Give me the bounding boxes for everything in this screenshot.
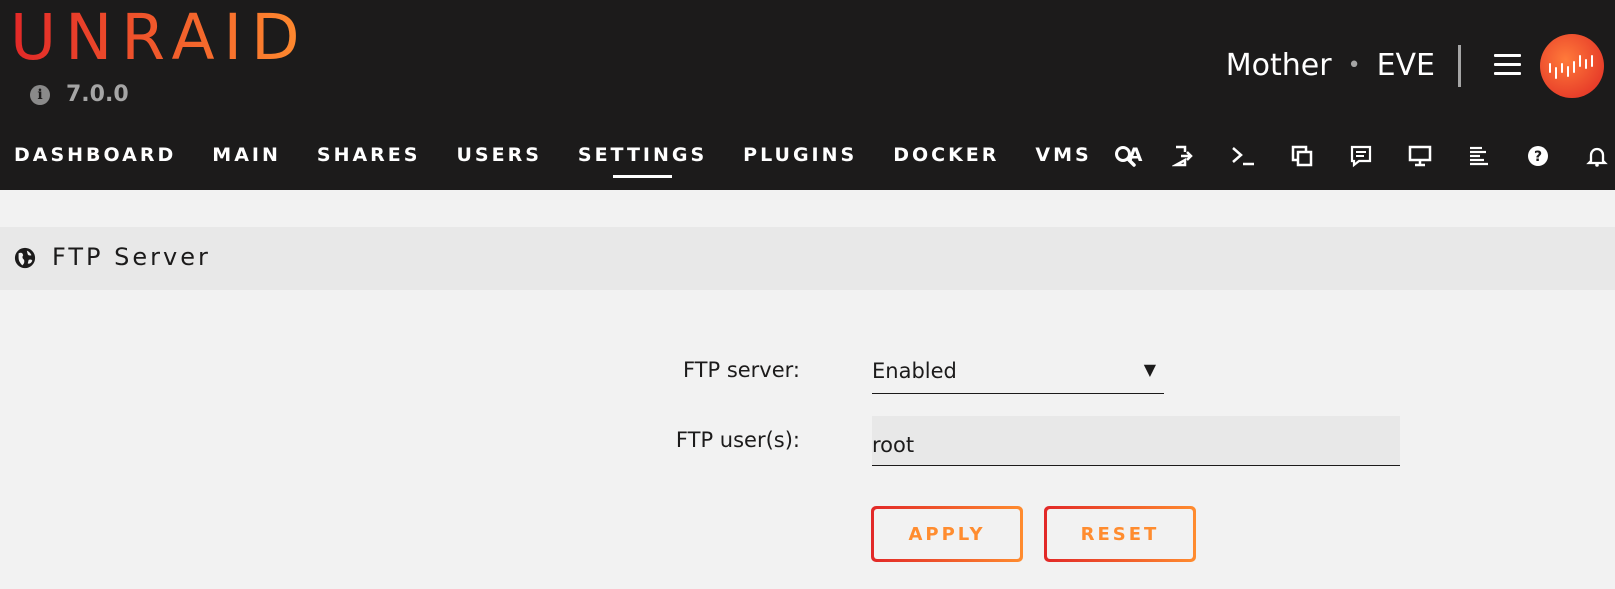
monitor-icon[interactable]	[1405, 141, 1435, 171]
nav-settings[interactable]: SETTINGS	[578, 144, 707, 178]
bell-icon[interactable]	[1582, 141, 1612, 171]
header: UNRAID i 7.0.0 Mother • EVE DASHBOARD MA…	[0, 0, 1615, 190]
section-header: FTP Server	[0, 227, 1615, 290]
apply-button-label: APPLY	[874, 509, 1020, 559]
nav-shares[interactable]: SHARES	[317, 144, 421, 166]
unraid-mark-icon	[1549, 55, 1593, 79]
nav-plugins[interactable]: PLUGINS	[743, 144, 857, 166]
globe-icon	[14, 247, 36, 269]
ftp-users-label: FTP user(s):	[675, 428, 800, 452]
search-icon[interactable]	[1110, 141, 1140, 171]
version-info[interactable]: i 7.0.0	[30, 82, 129, 107]
help-icon[interactable]: ?	[1523, 141, 1553, 171]
terminal-icon[interactable]	[1228, 141, 1258, 171]
caret-down-icon: ▼	[1143, 360, 1156, 379]
nav-dashboard[interactable]: DASHBOARD	[14, 144, 176, 166]
nav-docker[interactable]: DOCKER	[893, 144, 999, 166]
ftp-server-select[interactable]: Enabled ▼	[872, 354, 1164, 394]
ftp-server-label: FTP server:	[682, 358, 800, 382]
ftp-server-selected-value: Enabled	[872, 359, 957, 383]
hamburger-menu-icon[interactable]	[1494, 54, 1521, 76]
server-description: EVE	[1376, 48, 1435, 83]
nav-vms[interactable]: VMS	[1035, 144, 1091, 166]
version-text: 7.0.0	[66, 82, 129, 107]
nav-main[interactable]: MAIN	[212, 144, 281, 166]
avatar[interactable]	[1540, 34, 1604, 98]
server-identity: Mother • EVE	[1226, 48, 1435, 83]
nav-icon-bar: ?	[1110, 141, 1615, 171]
nav-users[interactable]: USERS	[456, 144, 541, 166]
main-nav: DASHBOARD MAIN SHARES USERS SETTINGS PLU…	[14, 144, 1181, 178]
info-icon[interactable]: i	[30, 84, 50, 105]
server-separator: •	[1347, 53, 1361, 78]
svg-text:?: ?	[1534, 149, 1542, 165]
log-icon[interactable]	[1464, 141, 1494, 171]
reset-button-label: RESET	[1047, 509, 1193, 559]
reset-button[interactable]: RESET	[1044, 506, 1196, 562]
logout-icon[interactable]	[1169, 141, 1199, 171]
header-divider	[1458, 45, 1461, 87]
section-title: FTP Server	[52, 243, 211, 271]
ftp-users-input[interactable]	[872, 416, 1400, 466]
copy-icon[interactable]	[1287, 141, 1317, 171]
feedback-icon[interactable]	[1346, 141, 1376, 171]
server-name: Mother	[1225, 48, 1332, 83]
apply-button[interactable]: APPLY	[871, 506, 1023, 562]
unraid-logo[interactable]: UNRAID	[10, 1, 309, 74]
